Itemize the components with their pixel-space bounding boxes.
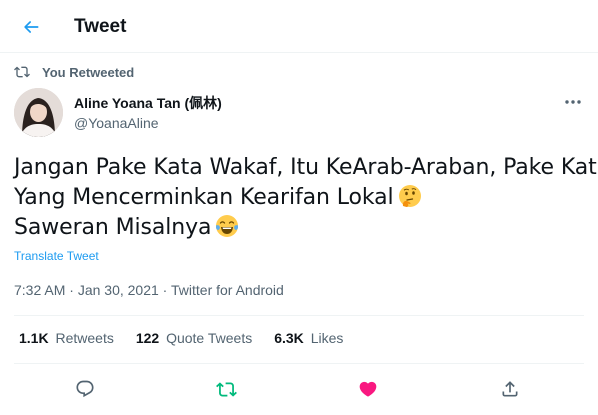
share-icon <box>502 381 518 397</box>
retweet-context: You Retweeted <box>14 64 134 80</box>
retweets-count: 1.1K <box>19 330 49 346</box>
more-options-button[interactable] <box>560 92 586 112</box>
author-handle[interactable]: @YoanaAline <box>74 113 222 133</box>
reply-button[interactable] <box>68 372 102 406</box>
tweet-text: Jangan Pake Kata Wakaf, Itu KeArab-Araba… <box>14 153 598 243</box>
top-bar: Tweet <box>0 0 598 53</box>
meta-separator: · <box>158 282 171 298</box>
divider <box>14 315 584 316</box>
like-icon <box>359 381 377 397</box>
tweet-time[interactable]: 7:32 AM <box>14 282 65 298</box>
thinking-face-emoji <box>398 185 421 207</box>
face-with-tears-of-joy-emoji <box>216 215 239 237</box>
likes-stat[interactable]: 6.3K Likes <box>274 330 343 346</box>
tweet-text-line-2: Yang Mencerminkan Kearifan Lokal <box>14 183 590 213</box>
meta-separator: · <box>65 282 78 298</box>
tweet-actions <box>0 372 598 406</box>
divider <box>14 363 584 364</box>
back-button[interactable] <box>14 10 48 44</box>
avatar[interactable] <box>14 88 63 137</box>
retweets-stat[interactable]: 1.1K Retweets <box>19 330 114 346</box>
share-button[interactable] <box>493 372 527 406</box>
author-block: Aline Yoana Tan (佩林) @YoanaAline <box>74 94 222 133</box>
like-button[interactable] <box>351 372 385 406</box>
quote-tweets-stat[interactable]: 122 Quote Tweets <box>136 330 252 346</box>
tweet-text-line-2-content: Yang Mencerminkan Kearifan Lokal <box>14 185 394 210</box>
quote-tweets-count: 122 <box>135 330 160 346</box>
translate-tweet-link[interactable]: Translate Tweet <box>14 249 99 263</box>
tweet-metadata: 7:32 AM · Jan 30, 2021 · Twitter for And… <box>14 282 284 298</box>
retweet-icon <box>215 381 237 397</box>
likes-label: Likes <box>310 330 344 346</box>
retweet-icon <box>14 66 30 78</box>
retweets-label: Retweets <box>55 330 114 346</box>
engagement-stats: 1.1K Retweets 122 Quote Tweets 6.3K Like… <box>19 330 365 346</box>
likes-count: 6.3K <box>274 330 304 346</box>
retweet-button[interactable] <box>209 372 243 406</box>
tweet-source[interactable]: Twitter for Android <box>171 282 284 298</box>
quote-tweets-label: Quote Tweets <box>166 330 253 346</box>
more-horizontal-icon <box>565 100 581 104</box>
tweet-text-line-1: Jangan Pake Kata Wakaf, Itu KeArab-Araba… <box>14 155 598 180</box>
tweet-text-line-3: Saweran Misalnya <box>14 213 590 243</box>
page-title: Tweet <box>74 16 127 37</box>
profile-photo <box>14 88 63 137</box>
reply-icon <box>76 380 94 398</box>
retweet-context-label: You Retweeted <box>42 64 135 80</box>
tweet-text-line-3-content: Saweran Misalnya <box>14 215 212 240</box>
author-display-name[interactable]: Aline Yoana Tan (佩林) <box>74 94 222 112</box>
tweet-date[interactable]: Jan 30, 2021 <box>78 282 159 298</box>
arrow-left-icon <box>24 21 39 33</box>
